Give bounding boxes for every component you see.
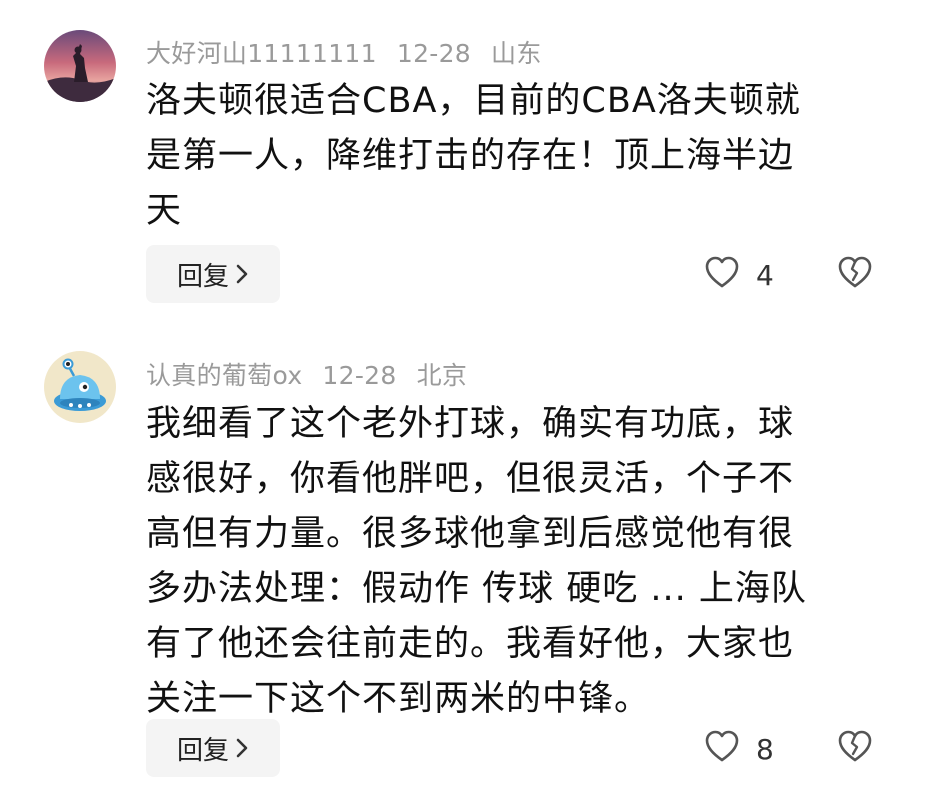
comment-date: 12-28 — [396, 39, 472, 68]
chevron-right-icon — [235, 263, 249, 285]
heart-outline-icon — [704, 729, 740, 770]
dislike-button[interactable] — [836, 255, 874, 293]
blue-alien-ufo-avatar — [44, 351, 116, 423]
dislike-button[interactable] — [836, 729, 874, 767]
comment-date: 12-28 — [322, 361, 397, 390]
broken-heart-icon — [836, 256, 874, 293]
reply-button[interactable]: 回复 — [146, 719, 280, 777]
comment-text: 洛夫顿很适合CBA，目前的CBA洛夫顿就 是第一人，降维打击的存在！顶上海半边 … — [146, 81, 801, 231]
reply-label: 回复 — [176, 261, 229, 292]
like-count: 4 — [756, 259, 774, 292]
reply-label: 回复 — [176, 735, 229, 766]
reply-button[interactable]: 回复 — [146, 245, 280, 303]
chevron-right-icon — [235, 737, 249, 759]
like-button[interactable]: 8 — [704, 729, 774, 770]
username[interactable]: 认真的葡萄ox — [146, 361, 302, 390]
comment-text: 我细看了这个老外打球，确实有功底，球 感很好，你看他胖吧，但很灵活，个子不 高但… — [146, 404, 807, 719]
like-count: 8 — [756, 733, 774, 766]
silhouette-sunset-avatar — [44, 30, 116, 102]
comment-location: 北京 — [416, 361, 468, 390]
heart-outline-icon — [704, 255, 740, 296]
username[interactable]: 大好河山11111111 — [146, 39, 377, 68]
like-button[interactable]: 4 — [704, 255, 774, 296]
user-avatar[interactable] — [44, 30, 116, 102]
comment-meta: 认真的葡萄ox 12-28 北京 — [146, 356, 487, 392]
comment-meta: 大好河山11111111 12-28 山东 — [146, 34, 562, 70]
user-avatar[interactable] — [44, 351, 116, 423]
comment-location: 山东 — [491, 39, 542, 68]
broken-heart-icon — [836, 730, 874, 767]
